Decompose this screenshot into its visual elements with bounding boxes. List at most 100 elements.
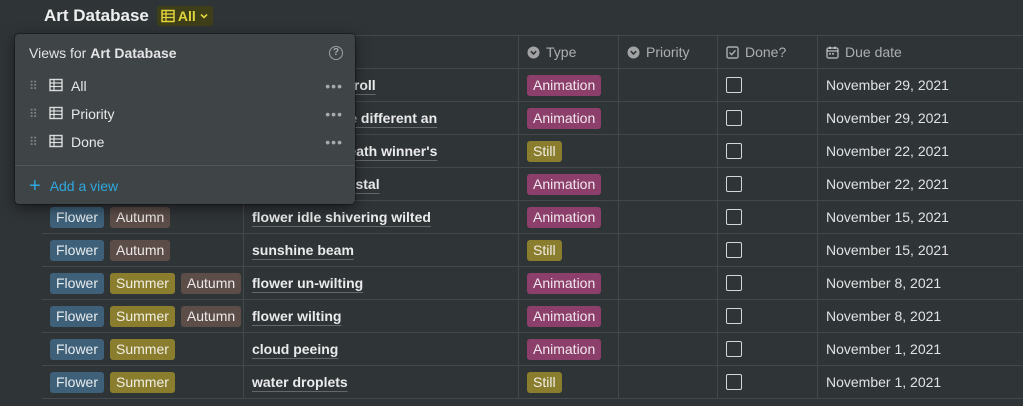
table-row[interactable]: Flower Summer cloud peeing Animation Novembe…	[42, 333, 1023, 366]
priority-cell[interactable]	[619, 168, 718, 200]
header-type[interactable]: Type	[519, 36, 619, 68]
header-priority[interactable]: Priority	[619, 36, 718, 68]
done-checkbox[interactable]	[726, 77, 742, 93]
done-cell	[718, 366, 818, 398]
table-row[interactable]: Flower Summer Autumn flower wilting Animatio…	[42, 300, 1023, 333]
type-cell[interactable]: Animation	[519, 201, 619, 233]
type-cell[interactable]: Animation	[519, 102, 619, 134]
due-date-cell[interactable]: November 15, 2021	[818, 201, 1021, 233]
chevron-down-icon	[200, 13, 208, 19]
tags-cell[interactable]: Flower Summer Autumn	[42, 300, 244, 332]
done-checkbox[interactable]	[726, 143, 742, 159]
row-title[interactable]: flower un-wilting	[252, 275, 363, 291]
header-due-date[interactable]: Due date	[818, 36, 1021, 68]
type-cell[interactable]: Still	[519, 234, 619, 266]
done-cell	[718, 69, 818, 101]
row-title[interactable]: flower wilting	[252, 308, 341, 324]
priority-cell[interactable]	[619, 135, 718, 167]
type-cell[interactable]: Animation	[519, 69, 619, 101]
views-dropdown-title: Views for Art Database	[29, 45, 177, 61]
priority-cell[interactable]	[619, 366, 718, 398]
view-item-all[interactable]: ⠿ All •••	[15, 72, 355, 100]
select-property-icon	[527, 46, 540, 58]
priority-cell[interactable]	[619, 69, 718, 101]
name-cell[interactable]: cloud peeing	[244, 333, 519, 365]
priority-cell[interactable]	[619, 267, 718, 299]
name-cell[interactable]: flower wilting	[244, 300, 519, 332]
done-cell	[718, 234, 818, 266]
drag-handle-icon[interactable]: ⠿	[29, 79, 41, 93]
help-icon[interactable]: ?	[329, 46, 343, 60]
done-checkbox[interactable]	[726, 341, 742, 357]
due-date-cell[interactable]: November 22, 2021	[818, 135, 1021, 167]
table-icon	[161, 9, 175, 23]
tags-cell[interactable]: Flower Autumn	[42, 234, 244, 266]
view-item-priority[interactable]: ⠿ Priority •••	[15, 100, 355, 128]
type-cell[interactable]: Animation	[519, 168, 619, 200]
more-icon[interactable]: •••	[325, 134, 343, 150]
drag-handle-icon[interactable]: ⠿	[29, 135, 41, 149]
drag-handle-icon[interactable]: ⠿	[29, 107, 41, 121]
name-cell[interactable]: flower un-wilting	[244, 267, 519, 299]
views-title-db: Art Database	[90, 45, 177, 61]
done-cell	[718, 168, 818, 200]
tags-cell[interactable]: Flower Summer	[42, 333, 244, 365]
type-cell[interactable]: Animation	[519, 300, 619, 332]
view-item-done[interactable]: ⠿ Done •••	[15, 128, 355, 156]
done-checkbox[interactable]	[726, 242, 742, 258]
type-cell[interactable]: Still	[519, 135, 619, 167]
tags-cell[interactable]: Flower Summer	[42, 366, 244, 398]
row-title[interactable]: cloud peeing	[252, 341, 338, 357]
due-date-cell[interactable]: November 22, 2021	[818, 168, 1021, 200]
name-cell[interactable]: sunshine beam	[244, 234, 519, 266]
tag-badge: Flower	[50, 371, 105, 393]
type-cell[interactable]: Still	[519, 366, 619, 398]
done-checkbox[interactable]	[726, 209, 742, 225]
due-date-cell[interactable]: November 8, 2021	[818, 300, 1021, 332]
priority-cell[interactable]	[619, 234, 718, 266]
table-row[interactable]: Flower Summer water droplets Still November …	[42, 366, 1023, 399]
name-cell[interactable]: water droplets	[244, 366, 519, 398]
due-date-cell[interactable]: November 1, 2021	[818, 333, 1021, 365]
header-done[interactable]: Done?	[718, 36, 818, 68]
table-row[interactable]: Flower Summer Autumn flower un-wilting Anima…	[42, 267, 1023, 300]
due-date-cell[interactable]: November 8, 2021	[818, 267, 1021, 299]
tags-cell[interactable]: Flower Summer Autumn	[42, 267, 244, 299]
type-cell[interactable]: Animation	[519, 333, 619, 365]
add-view-button[interactable]: + Add a view	[15, 166, 355, 206]
row-title[interactable]: water droplets	[252, 374, 348, 390]
view-switcher-button[interactable]: All	[156, 6, 213, 26]
due-date-cell[interactable]: November 15, 2021	[818, 234, 1021, 266]
tag-badge: Autumn	[180, 272, 242, 294]
due-date-cell[interactable]: November 29, 2021	[818, 69, 1021, 101]
type-badge: Animation	[527, 206, 602, 228]
due-date-cell[interactable]: November 29, 2021	[818, 102, 1021, 134]
done-checkbox[interactable]	[726, 308, 742, 324]
priority-cell[interactable]	[619, 102, 718, 134]
done-checkbox[interactable]	[726, 110, 742, 126]
due-date-cell[interactable]: November 1, 2021	[818, 366, 1021, 398]
more-icon[interactable]: •••	[325, 106, 343, 122]
type-badge: Animation	[527, 305, 602, 327]
title-bar: Art Database All	[44, 4, 213, 28]
more-icon[interactable]: •••	[325, 78, 343, 94]
calendar-icon	[826, 46, 839, 59]
done-checkbox[interactable]	[726, 275, 742, 291]
done-cell	[718, 135, 818, 167]
priority-cell[interactable]	[619, 333, 718, 365]
done-checkbox[interactable]	[726, 176, 742, 192]
type-badge: Animation	[527, 74, 602, 96]
type-cell[interactable]: Animation	[519, 267, 619, 299]
tag-badge: Autumn	[180, 305, 242, 327]
table-row[interactable]: Flower Autumn sunshine beam Still November 1…	[42, 234, 1023, 267]
table-icon	[49, 106, 63, 123]
row-title[interactable]: flower idle shivering wilted	[252, 209, 431, 225]
tag-badge: Summer	[110, 305, 175, 327]
type-badge: Animation	[527, 272, 602, 294]
priority-cell[interactable]	[619, 300, 718, 332]
done-checkbox[interactable]	[726, 374, 742, 390]
table-icon	[49, 78, 63, 95]
priority-cell[interactable]	[619, 201, 718, 233]
view-item-label: Priority	[71, 106, 115, 122]
row-title[interactable]: sunshine beam	[252, 242, 354, 258]
